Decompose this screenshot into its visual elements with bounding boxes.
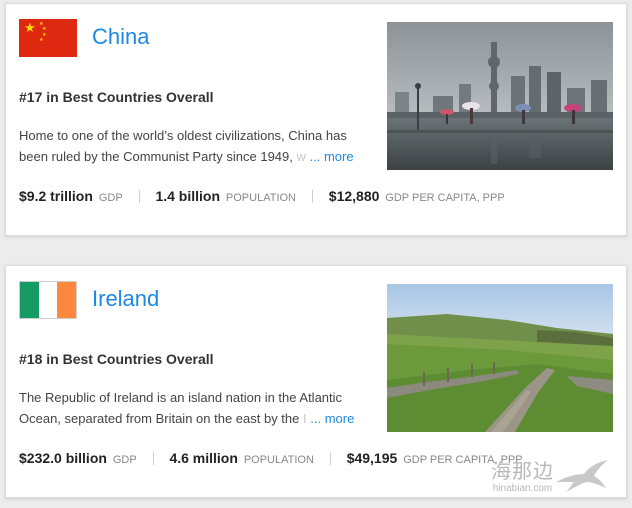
gdp-value: $232.0 billion [19, 450, 107, 466]
country-stats: $232.0 billion GDP 4.6 million POPULATIO… [19, 450, 523, 466]
stat-divider [311, 190, 313, 203]
gdp-per-capita-value: $12,880 [328, 188, 380, 204]
country-name-link[interactable]: China [92, 24, 149, 50]
stat-divider [329, 452, 331, 465]
stat-divider [152, 452, 154, 465]
country-description: The Republic of Ireland is an island nat… [19, 388, 375, 429]
watermark-cn: 海那边 [491, 461, 554, 483]
gdp-per-capita-label: GDP PER CAPITA, PPP [385, 192, 505, 204]
country-stats: $9.2 trillion GDP 1.4 billion POPULATION… [19, 188, 505, 204]
country-rank: #18 in Best Countries Overall [19, 351, 214, 367]
description-line: The Republic of Ireland is an island nat… [19, 390, 343, 405]
watermark-en: hinabian.com [492, 483, 553, 494]
stat-divider [138, 190, 140, 203]
description-line: been ruled by the Communist Party since … [19, 148, 293, 164]
population-value: 1.4 billion [155, 188, 221, 204]
site-watermark: 海那边 hinabian.com [491, 460, 610, 494]
country-photo-shanghai-skyline[interactable] [387, 22, 613, 170]
description-line: Home to one of the world’s oldest civili… [19, 128, 347, 143]
population-value: 4.6 million [169, 450, 238, 466]
population-label: POPULATION [243, 454, 314, 466]
gdp-label: GDP [98, 192, 123, 204]
more-link[interactable]: ... more [310, 411, 354, 426]
ireland-flag-icon [19, 281, 77, 319]
gdp-value: $9.2 trillion [19, 188, 93, 204]
swallow-logo-icon [556, 460, 608, 492]
population-label: POPULATION [225, 192, 296, 204]
country-card-china: ★ ★ ★ ★ ★ China #17 in Best Countries Ov… [5, 3, 627, 236]
gdp-label: GDP [112, 454, 137, 466]
country-photo-irish-countryside[interactable] [387, 284, 613, 432]
country-name-link[interactable]: Ireland [92, 286, 159, 312]
description-fade: I [299, 410, 307, 426]
description-line: Ocean, separated from Britain on the eas… [19, 410, 300, 426]
description-fade: w [292, 148, 306, 164]
more-link[interactable]: ... more [310, 149, 354, 164]
country-description: Home to one of the world’s oldest civili… [19, 126, 375, 167]
country-rank: #17 in Best Countries Overall [19, 89, 214, 105]
gdp-per-capita-value: $49,195 [346, 450, 398, 466]
china-flag-icon: ★ ★ ★ ★ ★ [19, 19, 77, 57]
